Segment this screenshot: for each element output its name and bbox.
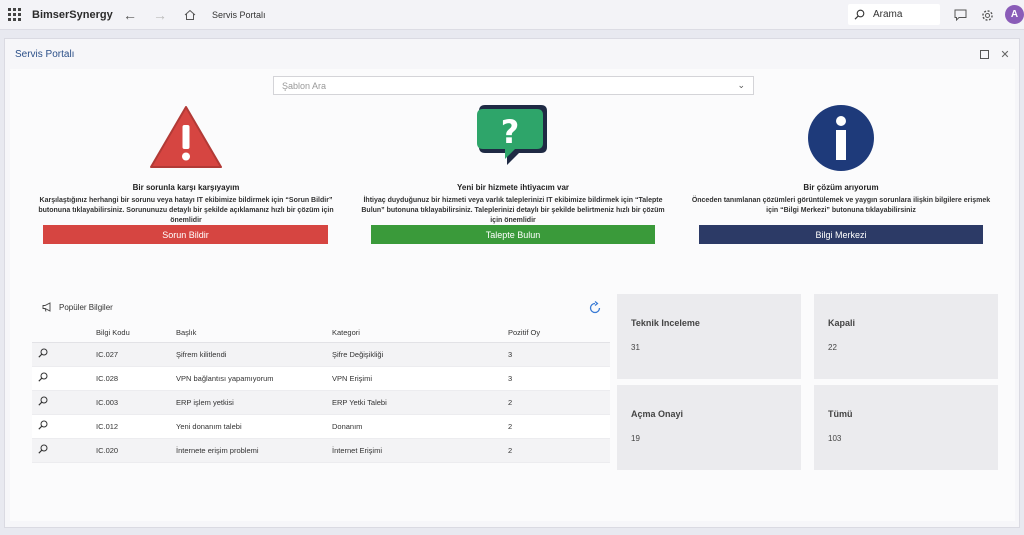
cell-code: IC.020: [72, 438, 176, 463]
card-description: Karşılaştığınız herhangi bir sorunu veya…: [38, 197, 334, 224]
search-icon[interactable]: [38, 420, 48, 430]
megaphone-icon: [42, 302, 51, 312]
warning-triangle-icon: [150, 106, 222, 168]
stat-value: 31: [631, 343, 640, 352]
search-icon[interactable]: [38, 396, 48, 406]
stat-value: 103: [828, 434, 842, 443]
popular-title: Popüler Bilgiler: [59, 302, 113, 312]
window-title: Servis Portalı: [15, 48, 75, 60]
search-icon[interactable]: [38, 372, 48, 382]
cell-category: Şifre Değişikliği: [332, 342, 488, 367]
settings-gear-icon[interactable]: [978, 6, 996, 24]
stat-tile-closed[interactable]: Kapali 22: [814, 294, 998, 379]
template-search-select[interactable]: Şablon Ara ⌄: [273, 76, 754, 95]
user-avatar[interactable]: A: [1005, 5, 1024, 24]
stat-title: Tümü: [828, 409, 853, 419]
close-icon[interactable]: ✕: [999, 48, 1011, 61]
table-header-row: Bilgi Kodu Başlık Kategori Pozitif Oy: [32, 323, 610, 343]
card-title: Bir çözüm arıyorum: [803, 183, 879, 192]
maximize-icon[interactable]: [978, 48, 990, 60]
breadcrumb[interactable]: Servis Portalı: [212, 10, 266, 20]
stat-value: 22: [828, 343, 837, 352]
cell-category: VPN Erişimi: [332, 366, 488, 391]
cell-title: İnternete erişim problemi: [176, 438, 332, 463]
chevron-down-icon: ⌄: [737, 80, 745, 90]
cell-votes: 2: [488, 438, 610, 463]
cell-code: IC.027: [72, 342, 176, 367]
cell-votes: 3: [488, 366, 610, 391]
question-bubble-icon: ?: [477, 105, 547, 165]
cell-votes: 2: [488, 390, 610, 415]
cell-title: VPN bağlantısı yapamıyorum: [176, 366, 332, 391]
info-circle-icon: [808, 105, 874, 171]
brand-name[interactable]: BimserSynergy: [32, 9, 113, 21]
table-body: IC.027 Şifrem kilitlendi Şifre Değişikliği…: [32, 342, 610, 463]
column-header-category[interactable]: Kategori: [332, 323, 488, 343]
row-search-cell[interactable]: [32, 414, 72, 439]
request-service-button[interactable]: Talepte Bulun: [371, 225, 655, 244]
service-portal-window: Servis Portalı ✕ Şablon Ara ⌄ Bir sorunl…: [4, 38, 1020, 528]
cell-title: Şifrem kilitlendi: [176, 342, 332, 367]
portal-content: Şablon Ara ⌄ Bir sorunla karşı karşıyayı…: [10, 69, 1015, 521]
new-service-card: ? Yeni bir hizmete ihtiyacım var İhtiyaç…: [353, 103, 673, 226]
card-description: İhtiyaç duyduğunuz bir hizmeti veya varl…: [361, 197, 665, 224]
row-search-cell[interactable]: [32, 342, 72, 367]
search-icon: [854, 9, 865, 20]
cell-votes: 3: [488, 342, 610, 367]
global-search[interactable]: Arama: [848, 4, 940, 25]
stat-tile-all[interactable]: Tümü 103: [814, 385, 998, 470]
cell-category: İnternet Erişimi: [332, 438, 488, 463]
refresh-icon[interactable]: [588, 301, 602, 315]
window-header: Servis Portalı: [5, 39, 1019, 69]
app-launcher-icon[interactable]: [4, 5, 24, 25]
knowledge-card: Bir çözüm arıyorum Önceden tanımlanan çö…: [681, 103, 1001, 216]
chat-icon[interactable]: [951, 6, 969, 24]
cell-title: ERP işlem yetkisi: [176, 390, 332, 415]
table-row[interactable]: IC.028 VPN bağlantısı yapamıyorum VPN Eriş…: [32, 366, 610, 391]
search-icon[interactable]: [38, 444, 48, 454]
stat-value: 19: [631, 434, 640, 443]
row-search-cell[interactable]: [32, 390, 72, 415]
stat-tile-technical-review[interactable]: Teknik Inceleme 31: [617, 294, 801, 379]
back-arrow-icon[interactable]: ←: [118, 3, 142, 27]
card-title: Bir sorunla karşı karşıyayım: [132, 183, 240, 192]
cell-code: IC.012: [72, 414, 176, 439]
card-description: Önceden tanımlanan çözümleri görüntüleme…: [691, 197, 991, 214]
table-row[interactable]: IC.020 İnternete erişim problemi İnternet …: [32, 438, 610, 463]
stat-title: Açma Onayi: [631, 409, 684, 419]
top-app-bar: BimserSynergy ← → Servis Portalı Arama A: [0, 0, 1024, 30]
stat-title: Teknik Inceleme: [631, 318, 700, 328]
template-search-placeholder: Şablon Ara: [282, 80, 327, 91]
cell-votes: 2: [488, 414, 610, 439]
column-header-title[interactable]: Başlık: [176, 323, 332, 343]
forward-arrow-icon[interactable]: →: [148, 3, 172, 27]
cell-category: ERP Yetki Talebi: [332, 390, 488, 415]
report-issue-button[interactable]: Sorun Bildir: [43, 225, 328, 244]
table-header: [32, 323, 72, 343]
stat-tile-open-approval[interactable]: Açma Onayi 19: [617, 385, 801, 470]
stat-title: Kapali: [828, 318, 856, 328]
svg-text:?: ?: [501, 113, 520, 151]
card-title: Yeni bir hizmete ihtiyacım var: [456, 183, 570, 192]
cell-code: IC.003: [72, 390, 176, 415]
column-header-code[interactable]: Bilgi Kodu: [72, 323, 176, 343]
row-search-cell[interactable]: [32, 438, 72, 463]
column-header-votes[interactable]: Pozitif Oy: [488, 323, 610, 343]
table-row[interactable]: IC.027 Şifrem kilitlendi Şifre Değişikliği…: [32, 342, 610, 367]
search-icon[interactable]: [38, 348, 48, 358]
table-row[interactable]: IC.003 ERP işlem yetkisi ERP Yetki Talebi 2: [32, 390, 610, 415]
home-icon[interactable]: [178, 3, 202, 27]
popular-table: Bilgi Kodu Başlık Kategori Pozitif Oy IC…: [32, 323, 610, 463]
report-issue-card: Bir sorunla karşı karşıyayım Karşılaştığ…: [26, 103, 346, 226]
popular-header: Popüler Bilgiler: [42, 302, 113, 312]
knowledge-center-button[interactable]: Bilgi Merkezi: [699, 225, 983, 244]
cell-category: Donanım: [332, 414, 488, 439]
cell-code: IC.028: [72, 366, 176, 391]
search-label: Arama: [873, 9, 903, 20]
cell-title: Yeni donanım talebi: [176, 414, 332, 439]
row-search-cell[interactable]: [32, 366, 72, 391]
table-row[interactable]: IC.012 Yeni donanım talebi Donanım 2: [32, 414, 610, 439]
